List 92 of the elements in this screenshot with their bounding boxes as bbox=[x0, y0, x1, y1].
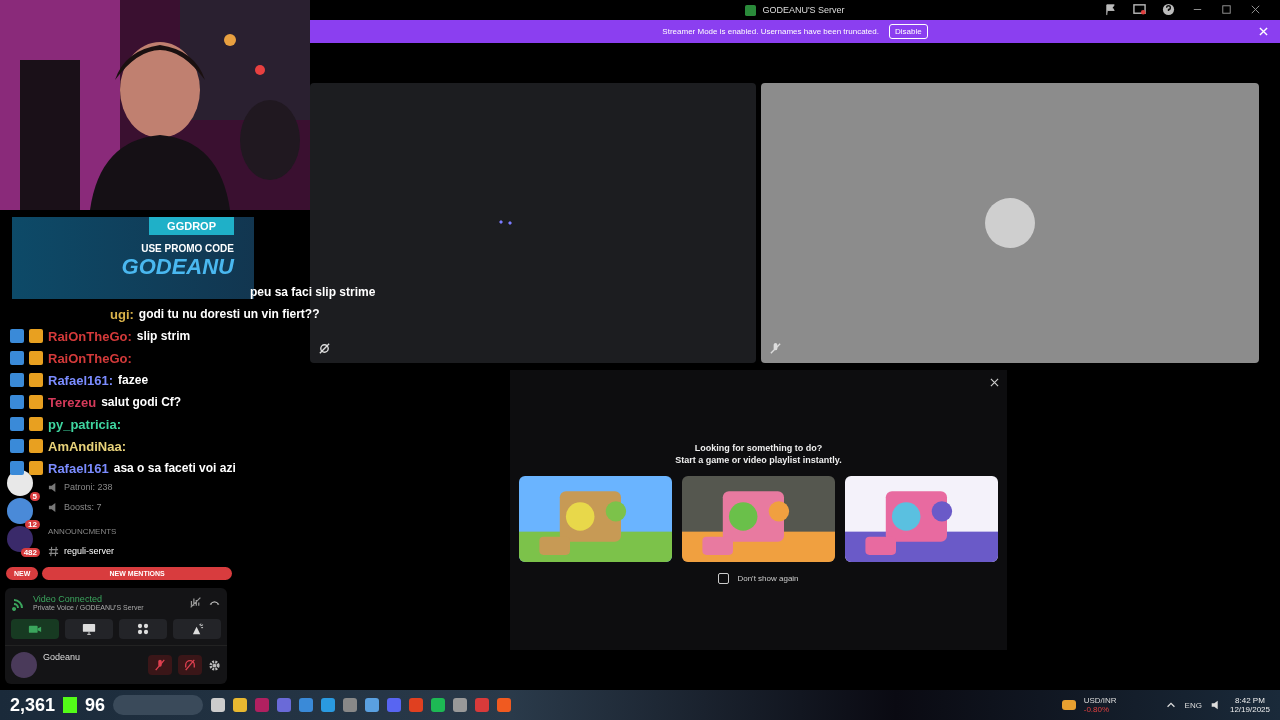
noise-suppression-icon[interactable] bbox=[189, 596, 202, 609]
username: Godeanu bbox=[43, 652, 82, 662]
channel-item[interactable]: ANNOUNCMENTS bbox=[48, 524, 240, 538]
unread-count: 482 bbox=[20, 548, 40, 557]
muted-stream-icon bbox=[769, 342, 782, 355]
badge-icon bbox=[10, 351, 24, 365]
badge-icon bbox=[10, 373, 24, 387]
promo-code: GODEANU bbox=[121, 254, 234, 280]
activities-button[interactable] bbox=[119, 619, 167, 639]
badge-icon bbox=[29, 417, 43, 431]
promo-brand: GGDROP bbox=[149, 217, 234, 235]
chat-username: RaiOnTheGo: bbox=[48, 328, 132, 344]
microphone-muted-button[interactable] bbox=[148, 655, 172, 675]
unread-count: 12 bbox=[25, 520, 40, 529]
screen-share-button[interactable] bbox=[65, 619, 113, 639]
taskbar-app-icon[interactable] bbox=[233, 698, 248, 712]
microphone-muted-icon bbox=[154, 659, 166, 671]
chat-username: ugi: bbox=[110, 306, 134, 322]
coin-icon bbox=[1061, 700, 1076, 710]
taskbar-app-icon[interactable] bbox=[497, 698, 512, 712]
taskbar-app-icon[interactable] bbox=[343, 698, 358, 712]
grid-icon bbox=[137, 623, 149, 635]
taskbar-app-icon[interactable] bbox=[299, 698, 314, 712]
disable-button[interactable]: Disable bbox=[888, 24, 928, 39]
server-icon bbox=[745, 4, 757, 16]
muted-stream-icon bbox=[318, 342, 331, 355]
search-field[interactable] bbox=[113, 695, 204, 715]
ticker-change: -0.80% bbox=[1083, 705, 1111, 714]
channel-item[interactable]: reguli-server bbox=[48, 544, 240, 558]
taskbar-app-icon[interactable] bbox=[321, 698, 336, 712]
promo-line: USE PROMO CODE bbox=[141, 243, 234, 254]
headphones-muted-button[interactable] bbox=[178, 655, 202, 675]
chat-message: slip strim bbox=[136, 329, 191, 343]
badge-icon bbox=[29, 395, 43, 409]
maximize-icon[interactable] bbox=[1220, 3, 1233, 16]
clock[interactable]: 8:42 PM 12/19/2025 bbox=[1229, 696, 1270, 714]
chat-message: fazee bbox=[118, 373, 149, 387]
server-icon[interactable] bbox=[7, 526, 33, 552]
chat-username: Rafael161: bbox=[48, 372, 114, 388]
help-icon[interactable] bbox=[1162, 3, 1175, 16]
chat-message: godi tu nu doresti un vin fiert?? bbox=[138, 307, 320, 321]
close-icon[interactable] bbox=[1249, 3, 1262, 16]
settings-icon[interactable] bbox=[208, 658, 221, 672]
flag-icon[interactable] bbox=[1104, 3, 1117, 16]
badge-icon bbox=[29, 329, 43, 343]
connection-status: Video Connected bbox=[33, 594, 103, 604]
prompt-title: Looking for something to do? bbox=[694, 442, 823, 454]
chat-username: RaiOnTheGo: bbox=[48, 350, 132, 366]
chat-message: peu sa faci slip strime bbox=[250, 285, 376, 299]
badge-icon bbox=[10, 329, 24, 343]
chat-message: salut godi Cf? bbox=[101, 395, 182, 409]
viewer-count: 2,361 bbox=[10, 694, 56, 716]
headphones-muted-icon bbox=[184, 659, 196, 671]
camera-icon bbox=[28, 623, 42, 635]
badge-icon bbox=[10, 417, 24, 431]
taskbar-app-icon[interactable] bbox=[453, 698, 468, 712]
checkbox[interactable] bbox=[718, 573, 730, 584]
hash-icon bbox=[48, 545, 59, 557]
monitor-icon bbox=[82, 622, 96, 636]
taskbar-app-icon[interactable] bbox=[211, 698, 226, 712]
channel-item[interactable]: Boosts: 7 bbox=[48, 500, 240, 514]
channel-item[interactable]: Patroni: 238 bbox=[48, 480, 240, 494]
badge-icon bbox=[10, 439, 24, 453]
chat-username: Rafael161 bbox=[48, 460, 109, 476]
taskbar-app-icon[interactable] bbox=[365, 698, 380, 712]
screen-icon[interactable] bbox=[1133, 3, 1146, 16]
user-avatar bbox=[985, 198, 1035, 248]
language-indicator[interactable]: ENG bbox=[1184, 700, 1202, 710]
soundboard-button[interactable] bbox=[173, 619, 221, 639]
prompt-subtitle: Start a game or video playlist instantly. bbox=[675, 454, 842, 466]
ticker-name: USD/INR bbox=[1083, 696, 1117, 705]
chat-username: Terezeu bbox=[48, 394, 97, 410]
close-icon[interactable] bbox=[990, 378, 999, 387]
badge-icon bbox=[29, 351, 43, 365]
party-horn-icon bbox=[190, 622, 204, 636]
follower-count: 96 bbox=[85, 694, 106, 716]
kick-logo-icon bbox=[63, 697, 78, 713]
chat-username: py_patricia: bbox=[48, 416, 121, 432]
badge-icon bbox=[29, 373, 43, 387]
badge-icon bbox=[29, 439, 43, 453]
chat-username: AmAndiNaa: bbox=[48, 438, 126, 454]
badge-icon bbox=[29, 461, 43, 475]
camera-button[interactable] bbox=[11, 619, 59, 639]
badge-icon bbox=[10, 395, 24, 409]
badge-icon bbox=[10, 461, 24, 475]
video-tile[interactable] bbox=[761, 83, 1259, 363]
unread-count: 5 bbox=[29, 492, 40, 501]
window-title: GODEANU'S Server bbox=[762, 5, 845, 15]
banner-message: Streamer Mode is enabled. Usernames have been truncated. bbox=[662, 27, 879, 36]
taskbar-app-icon[interactable] bbox=[431, 698, 446, 712]
checkbox-label[interactable]: Don't show again bbox=[737, 574, 799, 583]
chat-message: asa o sa faceti voi azi bbox=[113, 461, 236, 475]
